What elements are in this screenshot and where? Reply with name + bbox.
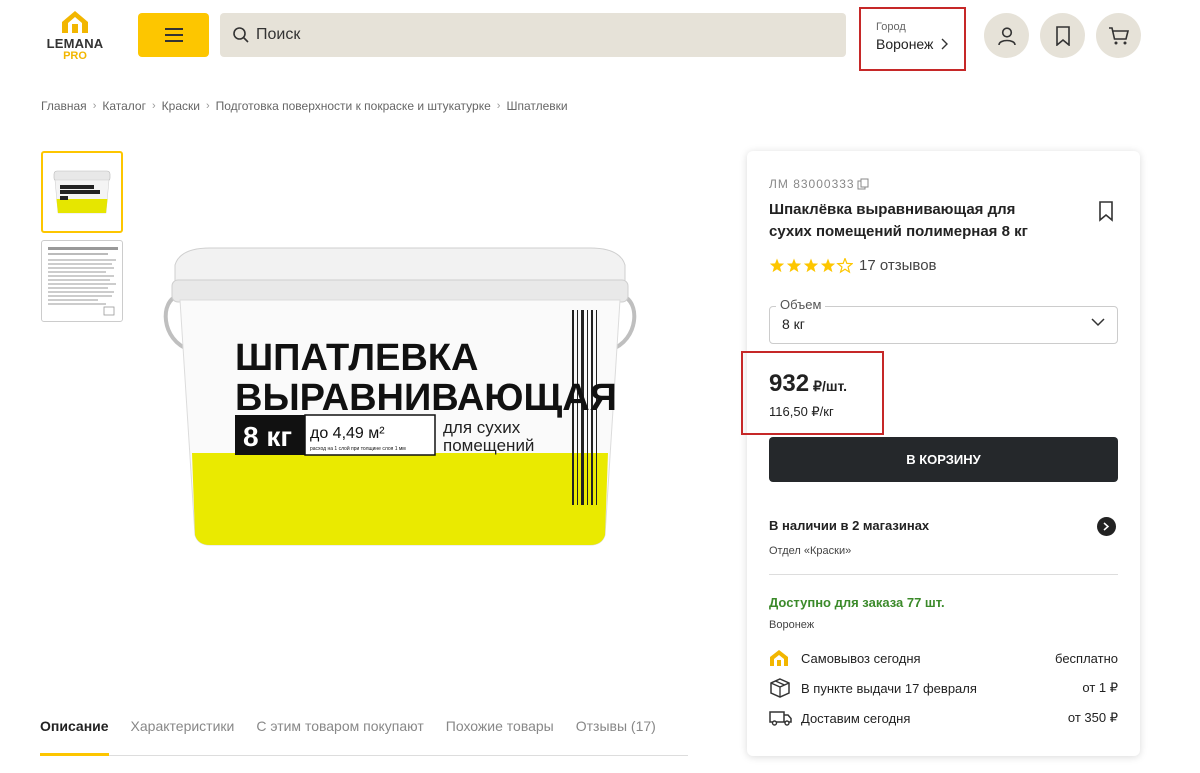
delivery-price: от 1 ₽ (1082, 680, 1118, 695)
chevron-right-icon (1103, 522, 1110, 531)
stock-arrow-button[interactable] (1097, 517, 1116, 536)
breadcrumb-separator-icon: › (151, 100, 156, 112)
bookmark-icon[interactable] (1097, 200, 1115, 222)
price-value: 932 (769, 370, 810, 397)
product-coverage: до 4,49 м² (310, 425, 385, 442)
tab-similar[interactable]: Похожие товары (446, 716, 554, 755)
delivery-label: Доставим сегодня (801, 710, 911, 726)
product-purpose-line1: для сухих (443, 418, 521, 437)
tab-reviews[interactable]: Отзывы (17) (576, 716, 656, 755)
reviews-count[interactable]: 17 отзывов (859, 257, 937, 274)
product-weight: 8 кг (243, 421, 292, 452)
bucket-thumbnail-image (53, 170, 111, 214)
rating[interactable]: 17 отзывов (769, 257, 937, 274)
delivery-label: Самовывоз сегодня (801, 650, 921, 666)
product-image: ШПАТЛЕВКА ВЫРАВНИВАЮЩАЯ 8 кг до 4,49 м² … (163, 247, 637, 546)
star-filled-icon (769, 258, 785, 272)
logo[interactable]: LEMANA PRO (40, 8, 110, 64)
hamburger-icon (164, 28, 183, 42)
rating-stars-icon (769, 257, 853, 273)
star-filled-icon (820, 258, 836, 272)
breadcrumb-item[interactable]: Подготовка поверхности к покраске и штук… (216, 99, 491, 113)
breadcrumb-separator-icon: › (205, 100, 210, 112)
city-value: Воронеж (876, 36, 934, 52)
user-icon (997, 26, 1016, 45)
delivery-price: от 350 ₽ (1067, 710, 1118, 725)
availability: Доступно для заказа 77 шт. (769, 595, 945, 610)
price-unit: ₽/шт. (813, 378, 848, 394)
breadcrumb-item[interactable]: Каталог (102, 99, 146, 113)
breadcrumb: Главная › Каталог › Краски › Подготовка … (41, 99, 568, 113)
delivery-courier-row[interactable]: Доставим сегодня от 350 ₽ (769, 707, 1118, 729)
profile-button[interactable] (984, 13, 1029, 58)
search-icon (233, 27, 249, 43)
search-input[interactable] (256, 26, 816, 44)
unit-price: 116,50 ₽/кг (769, 404, 834, 419)
truck-icon (769, 711, 792, 726)
delivery-pickup-row[interactable]: Самовывоз сегодня бесплатно (769, 647, 1118, 669)
breadcrumb-separator-icon: › (92, 100, 97, 112)
product-coverage-note: расход на 1 слой при толщине слоя 1 мм (310, 445, 406, 452)
chevron-right-icon (941, 38, 949, 50)
volume-label: Объем (776, 297, 826, 312)
chevron-down-icon (1091, 318, 1105, 327)
store-house-icon (770, 650, 788, 666)
product-tabs: Описание Характеристики С этим товаром п… (40, 716, 688, 756)
divider (769, 574, 1118, 575)
menu-button[interactable] (138, 13, 209, 57)
tab-characteristics[interactable]: Характеристики (131, 716, 235, 755)
sku-text: ЛМ 83000333 (769, 177, 855, 191)
breadcrumb-item[interactable]: Главная (41, 99, 87, 113)
breadcrumb-separator-icon: › (496, 100, 501, 112)
delivery-pickup-point-row[interactable]: В пункте выдачи 17 февраля от 1 ₽ (769, 677, 1118, 699)
cart-button[interactable] (1096, 13, 1141, 58)
star-empty-icon (836, 257, 853, 273)
logo-sub: PRO (63, 50, 87, 62)
price: 932 ₽/шт. (769, 370, 847, 398)
add-to-cart-button[interactable]: В КОРЗИНУ (769, 437, 1118, 482)
delivery-label: В пункте выдачи 17 февраля (801, 680, 977, 696)
stock-title[interactable]: В наличии в 2 магазинах (769, 518, 929, 533)
logo-text: LEMANA (46, 36, 104, 51)
city-selector[interactable]: Город Воронеж (859, 7, 966, 71)
thumbnail-label[interactable] (41, 240, 123, 322)
product-line2: ВЫРАВНИВАЮЩАЯ (235, 377, 617, 419)
house-logo-icon (62, 11, 88, 33)
availability-city: Воронеж (769, 619, 815, 631)
favorites-button[interactable] (1040, 13, 1085, 58)
thumbnail-bucket[interactable] (41, 151, 123, 233)
cart-icon (1108, 26, 1129, 44)
tab-bought-together[interactable]: С этим товаром покупают (256, 716, 423, 755)
city-label: Город (876, 21, 906, 33)
star-filled-icon (786, 258, 802, 272)
product-purpose-line2: помещений (443, 436, 534, 455)
sku: ЛМ 83000333 (769, 177, 869, 191)
stock-department: Отдел «Краски» (769, 545, 852, 557)
bookmark-icon (1055, 25, 1070, 46)
label-thumbnail-image (48, 247, 118, 316)
breadcrumb-item[interactable]: Краски (162, 99, 200, 113)
tab-description[interactable]: Описание (40, 716, 109, 756)
box-icon (770, 678, 790, 698)
product-title: Шпаклёвка выравнивающая для сухих помеще… (769, 201, 1028, 240)
breadcrumb-item[interactable]: Шпатлевки (506, 99, 567, 113)
product-line1: ШПАТЛЕВКА (235, 337, 478, 379)
copy-icon[interactable] (857, 178, 869, 190)
delivery-price: бесплатно (1055, 650, 1118, 666)
star-filled-icon (803, 258, 819, 272)
search-bar[interactable] (220, 13, 846, 57)
